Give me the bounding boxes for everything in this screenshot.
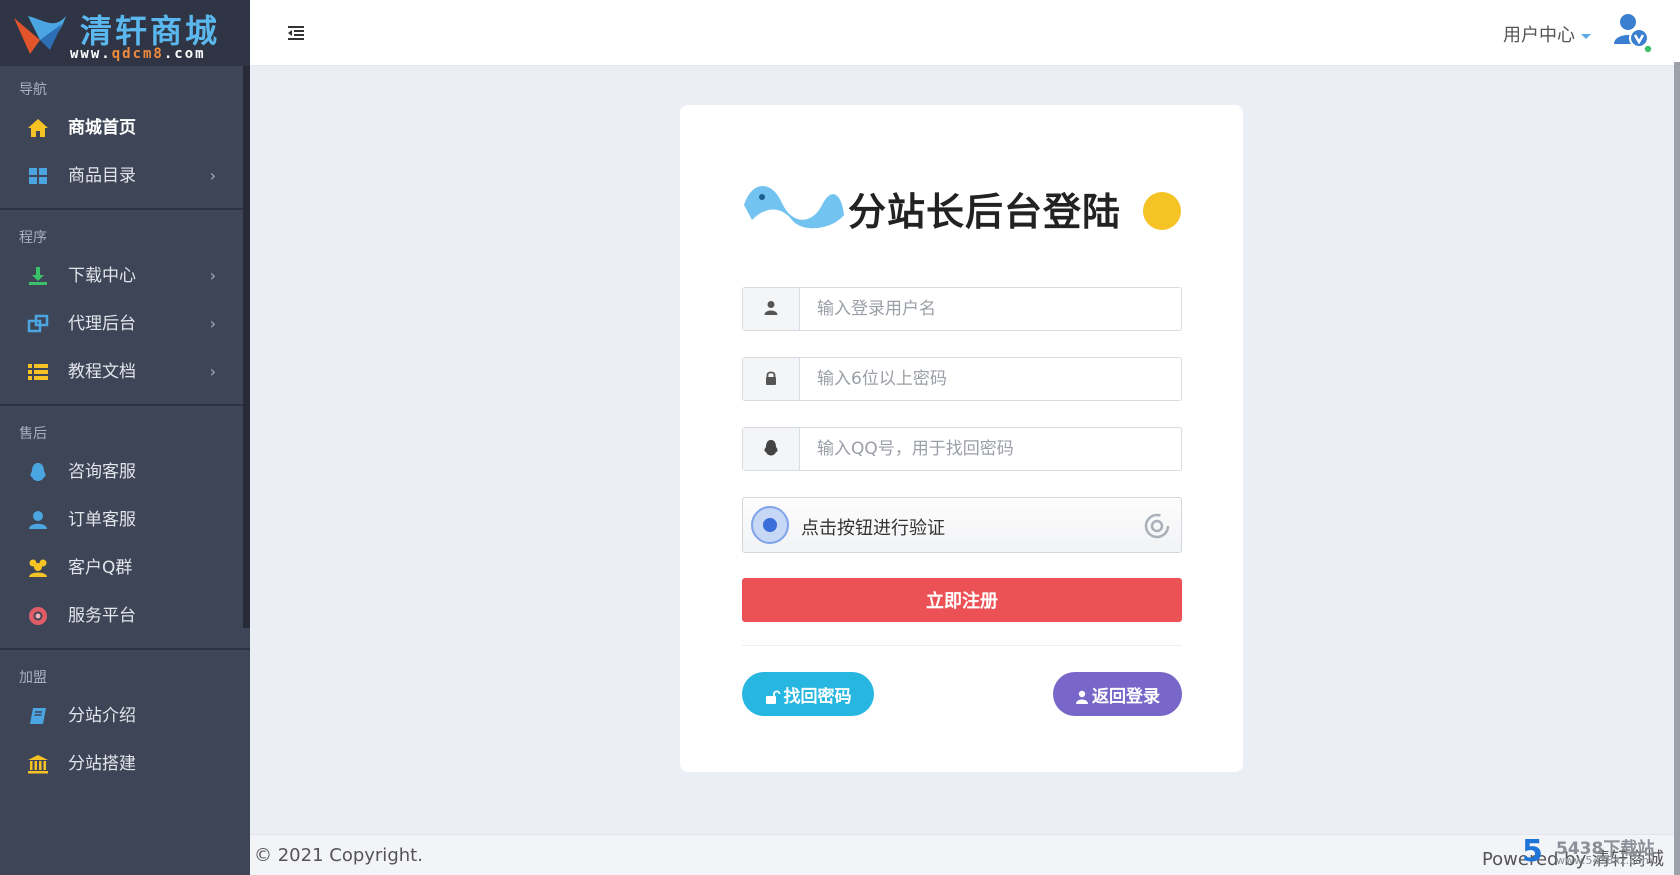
bank-icon xyxy=(28,755,48,774)
sidebar-item-label: 订单客服 xyxy=(68,510,136,530)
sidebar-item-catalog[interactable]: 商品目录 › xyxy=(0,152,250,200)
sidebar-item-consult[interactable]: 咨询客服 xyxy=(0,448,250,496)
sidebar-divider xyxy=(0,208,250,210)
username-addon xyxy=(743,288,800,330)
back-to-login-button[interactable]: 返回登录 xyxy=(1053,672,1182,716)
user-avatar-icon[interactable] xyxy=(1612,12,1652,54)
sidebar: 清轩商城 www.qdcm8.com 导航 商城首页 商品目录 › 程序 下载中… xyxy=(0,0,250,875)
captcha-verify-button[interactable]: 点击按钮进行验证 xyxy=(742,497,1182,553)
banner-sun-icon xyxy=(1143,192,1181,230)
sidebar-item-home[interactable]: 商城首页 xyxy=(0,104,250,152)
sidebar-item-docs[interactable]: 教程文档 › xyxy=(0,348,250,396)
menu-toggle-icon[interactable] xyxy=(286,24,306,42)
sidebar-item-label: 咨询客服 xyxy=(68,462,136,482)
logo-url-prefix: www. xyxy=(70,46,112,62)
captcha-refresh-icon[interactable] xyxy=(1143,512,1171,540)
watermark: 5 5438下载站 www.5438xz.com xyxy=(1522,834,1672,872)
nav-group-title: 导航 xyxy=(19,82,47,98)
password-addon xyxy=(743,358,800,400)
password-field xyxy=(742,357,1182,401)
copyright-text: © 2021 Copyright. xyxy=(254,845,423,866)
sidebar-item-qq-group[interactable]: 客户Q群 xyxy=(0,544,250,592)
sidebar-item-label: 代理后台 xyxy=(68,314,136,334)
users-icon xyxy=(29,559,47,577)
user-icon xyxy=(1076,690,1088,704)
sidebar-item-order-service[interactable]: 订单客服 xyxy=(0,496,250,544)
qq-addon xyxy=(743,428,800,470)
sidebar-item-label: 服务平台 xyxy=(68,606,136,626)
unlock-icon xyxy=(765,689,780,704)
sidebar-item-branch-intro[interactable]: 分站介绍 xyxy=(0,692,250,740)
sidebar-item-label: 分站介绍 xyxy=(68,706,136,726)
nav-group-title: 售后 xyxy=(19,426,47,442)
sidebar-item-label: 分站搭建 xyxy=(68,754,136,774)
sidebar-item-agent[interactable]: 代理后台 › xyxy=(0,300,250,348)
username-field xyxy=(742,287,1182,331)
qq-icon xyxy=(30,463,46,481)
password-input[interactable] xyxy=(801,358,1181,400)
sidebar-scrollbar[interactable] xyxy=(243,66,250,628)
page-scrollbar[interactable] xyxy=(1674,62,1680,875)
card-divider xyxy=(742,645,1182,646)
username-input[interactable] xyxy=(801,288,1181,330)
watermark-url: www.5438xz.com xyxy=(1556,854,1653,867)
chevron-right-icon: › xyxy=(209,266,216,285)
banner-wave-icon xyxy=(744,185,844,229)
captcha-label: 点击按钮进行验证 xyxy=(801,518,945,539)
lock-icon xyxy=(766,371,776,385)
logo-url-mid: qdcm8 xyxy=(111,46,164,62)
nav-group-title: 程序 xyxy=(19,230,47,246)
chevron-right-icon: › xyxy=(209,362,216,381)
sidebar-item-label: 教程文档 xyxy=(68,362,136,382)
user-icon xyxy=(29,511,47,529)
sidebar-item-label: 下载中心 xyxy=(68,266,136,286)
watermark-logo: 5 xyxy=(1522,834,1543,869)
book-icon xyxy=(30,708,46,724)
qq-input[interactable] xyxy=(801,428,1181,470)
windows-icon xyxy=(27,314,49,333)
qq-field xyxy=(742,427,1182,471)
captcha-dot-icon xyxy=(751,506,789,544)
user-icon xyxy=(764,301,778,315)
sidebar-item-label: 客户Q群 xyxy=(68,558,133,578)
download-icon xyxy=(29,267,47,285)
qq-icon xyxy=(764,440,778,456)
sidebar-item-label: 商品目录 xyxy=(68,166,136,186)
banner-title: 分站长后台登陆 xyxy=(848,189,1122,234)
grid-icon xyxy=(29,168,47,184)
logo[interactable]: 清轩商城 www.qdcm8.com xyxy=(0,0,250,66)
sidebar-item-branch-setup[interactable]: 分站搭建 xyxy=(0,740,250,788)
topbar: 用户中心 xyxy=(250,0,1680,66)
chevron-right-icon: › xyxy=(209,314,216,333)
support-icon xyxy=(29,607,47,625)
logo-url: www.qdcm8.com xyxy=(70,46,206,62)
sidebar-item-service-platform[interactable]: 服务平台 xyxy=(0,592,250,640)
list-icon xyxy=(28,364,48,380)
sidebar-item-label: 商城首页 xyxy=(68,118,136,138)
logo-url-suffix: .com xyxy=(163,46,206,62)
nav-group-title: 加盟 xyxy=(19,670,47,686)
back-to-login-label: 返回登录 xyxy=(1092,686,1160,707)
banner: 分站长后台登陆 xyxy=(742,145,1182,265)
sidebar-item-download[interactable]: 下载中心 › xyxy=(0,252,250,300)
sidebar-divider xyxy=(0,648,250,650)
register-button[interactable]: 立即注册 xyxy=(742,578,1182,622)
user-center-menu[interactable]: 用户中心 xyxy=(1503,21,1591,47)
register-card: 分站长后台登陆 点击按钮进行验证 立即注册 找回密码 返回登录 xyxy=(680,105,1243,772)
logo-mark-icon xyxy=(14,16,66,54)
caret-down-icon xyxy=(1581,33,1591,39)
forgot-password-label: 找回密码 xyxy=(783,686,852,707)
forgot-password-button[interactable]: 找回密码 xyxy=(742,672,874,716)
home-icon xyxy=(28,119,48,137)
footer: © 2021 Copyright. Powered by 清轩商城 xyxy=(250,834,1674,875)
user-center-label: 用户中心 xyxy=(1503,25,1575,46)
chevron-right-icon: › xyxy=(209,166,216,185)
sidebar-divider xyxy=(0,404,250,406)
